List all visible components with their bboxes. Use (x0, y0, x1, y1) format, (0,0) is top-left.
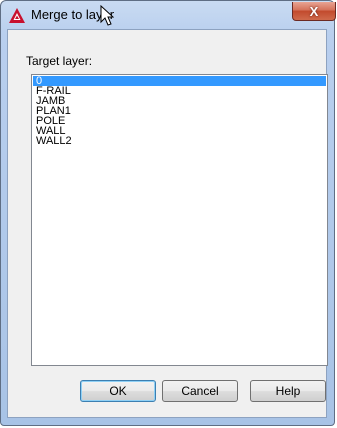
close-button[interactable]: X (292, 2, 336, 21)
target-layer-label: Target layer: (26, 54, 93, 68)
close-icon: X (309, 3, 319, 19)
autocad-logo-icon (9, 8, 25, 23)
cancel-button[interactable]: Cancel (162, 380, 238, 402)
title-bar[interactable]: Merge to layer X (1, 1, 336, 29)
ok-button[interactable]: OK (80, 380, 156, 402)
layer-listbox[interactable]: 0 F-RAIL JAMB PLAN1 POLE WALL WALL2 (31, 74, 328, 366)
mouse-pointer-icon (100, 5, 114, 26)
layer-list-item[interactable]: WALL (33, 126, 326, 137)
layer-list-item[interactable]: 0 (33, 76, 326, 87)
layer-list-item[interactable]: WALL2 (33, 136, 326, 147)
layer-list-item[interactable]: JAMB (33, 96, 326, 107)
layer-list-item[interactable]: PLAN1 (33, 106, 326, 117)
layer-list-item[interactable]: POLE (33, 116, 326, 127)
help-button[interactable]: Help (250, 380, 326, 402)
layer-list-item[interactable]: F-RAIL (33, 86, 326, 97)
